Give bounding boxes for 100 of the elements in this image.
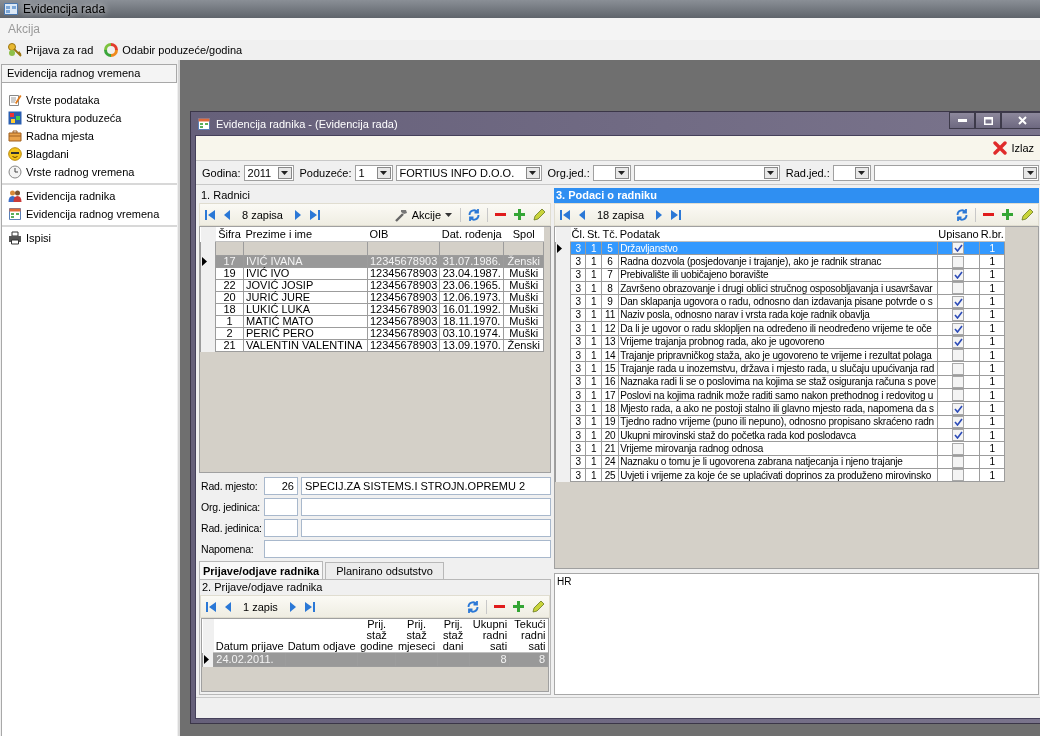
column-header[interactable]: Dat. rođenja <box>439 227 504 242</box>
org-chart-icon <box>8 111 22 125</box>
column-header[interactable]: Tč. <box>601 227 619 242</box>
dropdown-field[interactable] <box>592 164 631 181</box>
table-cell: 20 <box>601 428 619 442</box>
column-header[interactable]: Prij. staž godine <box>357 619 396 653</box>
edit-icon[interactable] <box>531 599 545 614</box>
toolbar-button[interactable]: Odabir poduzeće/godina <box>100 42 246 58</box>
sidebar-item[interactable]: Evidencija radnog vremena <box>2 205 177 223</box>
column-header[interactable]: R.br. <box>979 227 1005 242</box>
last-record-icon[interactable] <box>309 208 321 221</box>
checkbox[interactable] <box>952 456 965 469</box>
text-field[interactable] <box>301 498 551 516</box>
checkbox[interactable] <box>952 282 965 295</box>
last-record-icon[interactable] <box>303 600 316 613</box>
checkbox[interactable] <box>952 255 965 268</box>
checkbox[interactable] <box>952 442 965 455</box>
table-cell: Da li je ugovor o radu sklopljen na određeno ili neodređeno vrijeme te oče <box>618 321 938 335</box>
sidebar-item[interactable]: Struktura poduzeća <box>2 109 177 127</box>
checkbox[interactable] <box>952 429 965 442</box>
refresh-icon[interactable] <box>955 207 969 222</box>
tab[interactable]: Prijave/odjave radnika <box>199 561 324 579</box>
dropdown-field[interactable] <box>873 164 1039 181</box>
column-header[interactable]: Podatak <box>618 227 938 242</box>
sidebar-item[interactable]: Vrste radnog vremena <box>2 163 177 181</box>
close-button[interactable] <box>1001 112 1040 129</box>
exit-button[interactable]: Izlaz <box>991 141 1036 155</box>
dropdown-field[interactable] <box>633 164 780 181</box>
dropdown-field[interactable]: FORTIUS INFO D.O.O. <box>395 164 542 181</box>
table-cell: 1 <box>215 315 244 328</box>
checkbox[interactable] <box>952 242 965 255</box>
table-cell: 3 <box>570 428 586 442</box>
column-header[interactable]: Ukupni radni sati <box>469 619 510 653</box>
checkbox[interactable] <box>952 389 965 402</box>
text-field[interactable] <box>264 540 551 558</box>
notepad-icon <box>8 93 22 107</box>
sidebar-item[interactable]: Ispisi <box>2 229 177 247</box>
edit-icon[interactable] <box>1020 207 1034 222</box>
table-cell: Uvjeti i vrijeme za koje će se uplaćivati doprinos za produženo mirovinsko <box>618 468 938 482</box>
toolbar-button[interactable]: Prijava za rad <box>4 42 97 58</box>
checkbox[interactable] <box>952 469 965 482</box>
tab[interactable]: Planirano odsutstvo <box>325 562 444 579</box>
next-record-icon[interactable] <box>287 600 298 613</box>
column-header[interactable]: Prezime i ime <box>243 227 368 242</box>
refresh-icon[interactable] <box>466 599 480 614</box>
table-cell: Trajanje pripravničkog staža, ako je ugovoreno te vrijeme i rezultat polaga <box>618 348 938 362</box>
text-field[interactable] <box>264 498 298 516</box>
previous-record-icon[interactable] <box>577 208 587 221</box>
previous-record-icon[interactable] <box>222 208 232 221</box>
checkbox[interactable] <box>952 269 965 282</box>
filter-label: Rad.jed.: <box>785 166 830 179</box>
table-cell: IVIĆ IVO <box>243 267 368 280</box>
checkbox[interactable] <box>952 416 965 429</box>
minimize-button[interactable] <box>949 112 975 129</box>
checkbox[interactable] <box>952 309 965 322</box>
actions-button[interactable]: Akcije <box>391 207 454 222</box>
text-field[interactable]: SPECIJ.ZA SISTEMS.I STROJN.OPREMU 2 <box>301 477 551 495</box>
first-record-icon[interactable] <box>204 208 216 221</box>
column-header[interactable]: Datum odjave <box>285 619 358 653</box>
maximize-button[interactable] <box>975 112 1001 129</box>
column-header[interactable]: Datum prijave <box>213 619 286 653</box>
checkbox[interactable] <box>952 402 965 415</box>
add-icon[interactable] <box>1001 208 1014 221</box>
refresh-icon[interactable] <box>467 207 481 222</box>
column-header[interactable]: OIB <box>367 227 440 242</box>
checkbox[interactable] <box>952 322 965 335</box>
first-record-icon[interactable] <box>205 600 217 613</box>
dropdown-field[interactable]: 2011 <box>243 164 294 181</box>
sidebar-item[interactable]: Evidencija radnika <box>2 187 177 205</box>
text-field[interactable] <box>301 519 551 537</box>
add-icon[interactable] <box>512 600 525 613</box>
checkbox[interactable] <box>952 349 965 362</box>
text-field[interactable] <box>264 519 298 537</box>
column-header[interactable]: Upisano <box>937 227 980 242</box>
sidebar-item[interactable]: Radna mjesta <box>2 127 177 145</box>
table-cell: 3 <box>570 401 586 416</box>
table-cell: 12345678903 <box>367 291 440 304</box>
checkbox[interactable] <box>952 362 965 375</box>
table-cell: 3 <box>570 375 586 389</box>
table-cell: 12345678903 <box>367 327 440 340</box>
dropdown-field[interactable]: 1 <box>354 164 393 181</box>
dropdown-field[interactable] <box>832 164 871 181</box>
first-record-icon[interactable] <box>559 208 571 221</box>
notes-field[interactable]: HR <box>554 573 1039 695</box>
previous-record-icon[interactable] <box>223 600 233 613</box>
table-cell: 1 <box>585 441 602 456</box>
sidebar-item[interactable]: Blagdani <box>2 145 177 163</box>
edit-icon[interactable] <box>532 207 546 222</box>
column-header[interactable]: Tekući radni sati <box>509 619 548 653</box>
sidebar-item[interactable]: Vrste podataka <box>2 91 177 109</box>
column-header[interactable]: Spol <box>503 227 544 242</box>
column-header[interactable]: Prij. staž dani <box>437 619 470 653</box>
add-icon[interactable] <box>513 208 526 221</box>
next-record-icon[interactable] <box>293 208 303 221</box>
column-header[interactable]: Šifra <box>215 227 244 242</box>
text-field[interactable]: 26 <box>264 477 298 495</box>
column-header[interactable]: Prij. staž mjeseci <box>395 619 438 653</box>
checkbox[interactable] <box>952 295 965 308</box>
app-title: Evidencija rada <box>23 2 106 16</box>
last-record-icon[interactable] <box>670 208 683 221</box>
